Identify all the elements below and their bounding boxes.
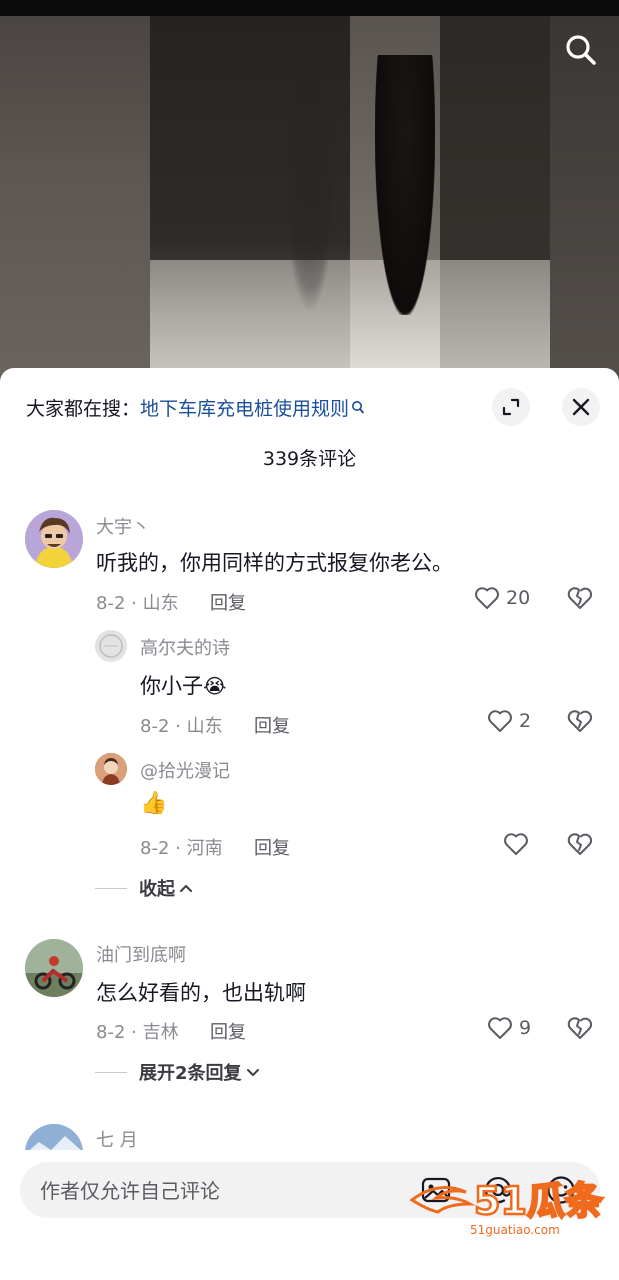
divider-line: [95, 887, 127, 889]
username[interactable]: 高尔夫的诗: [140, 634, 230, 660]
mention-button[interactable]: [482, 1174, 514, 1206]
avatar[interactable]: [25, 510, 83, 568]
comment-sheet: 大家都在搜： 地下车库充电桩使用规则 339条评论: [0, 368, 619, 1280]
avatar[interactable]: [95, 630, 127, 662]
hot-search-prefix: 大家都在搜：: [26, 398, 141, 420]
collapse-replies[interactable]: 收起: [95, 875, 193, 901]
expand-replies[interactable]: 展开2条回复: [95, 1059, 260, 1085]
video-figure-blur: [285, 70, 335, 310]
reply-button[interactable]: 回复: [210, 1018, 246, 1044]
expand-icon: [502, 398, 520, 416]
comment-text: 听我的，你用同样的方式报复你老公。: [96, 551, 453, 575]
smiley-icon: [547, 1176, 575, 1204]
comment-input-bar: [0, 1150, 619, 1280]
like-count: 2: [519, 710, 532, 732]
like-button[interactable]: 2: [487, 709, 531, 733]
dislike-button[interactable]: [567, 586, 593, 614]
heart-icon: [488, 1017, 512, 1039]
comment-input-container[interactable]: [20, 1162, 600, 1220]
reply-text: 你小子😭: [140, 670, 226, 700]
broken-heart-icon: [567, 587, 593, 609]
chevron-up-icon: [179, 882, 193, 894]
collapse-label: 收起: [139, 879, 175, 900]
username[interactable]: 大宇丶: [96, 513, 150, 539]
avatar[interactable]: [95, 753, 127, 785]
reply-text: 👍: [140, 791, 167, 816]
close-button[interactable]: [562, 388, 600, 426]
like-button[interactable]: [503, 832, 529, 856]
thumbs-up-emoji: 👍: [140, 791, 168, 816]
comment-count: 339条评论: [262, 448, 357, 470]
username[interactable]: @拾光漫记: [140, 757, 230, 783]
reply-meta: 8-2 · 山东: [140, 716, 223, 737]
heart-icon: [504, 833, 528, 855]
at-icon: [484, 1177, 512, 1204]
username[interactable]: 油门到底啊: [96, 941, 186, 967]
reply-button[interactable]: 回复: [254, 712, 290, 738]
close-icon: [572, 398, 590, 416]
search-button[interactable]: [561, 30, 601, 70]
dislike-button[interactable]: [567, 832, 593, 860]
dislike-button[interactable]: [567, 709, 593, 737]
like-count: 20: [506, 587, 531, 609]
like-button[interactable]: 20: [474, 586, 530, 610]
sheet-header: 大家都在搜： 地下车库充电桩使用规则: [0, 368, 619, 448]
expand-label: 展开2条回复: [139, 1063, 242, 1084]
crying-laughing-emoji: 😭: [203, 674, 227, 698]
avatar[interactable]: [25, 939, 83, 997]
reply-text-content: 你小子: [140, 674, 203, 698]
status-strip: [0, 0, 619, 16]
comment-text: 怎么好看的，也出轨啊: [96, 981, 306, 1005]
hot-search-term[interactable]: 地下车库充电桩使用规则: [140, 394, 349, 421]
video-player[interactable]: [0, 0, 619, 390]
broken-heart-icon: [567, 710, 593, 732]
broken-heart-icon: [567, 1017, 593, 1039]
small-search-icon: [351, 400, 365, 416]
hot-search-link[interactable]: 大家都在搜： 地下车库充电桩使用规则: [26, 394, 365, 421]
comment-meta: 8-2 · 吉林: [96, 1022, 179, 1043]
heart-icon: [488, 710, 512, 732]
broken-heart-icon: [567, 833, 593, 855]
video-frame-wall-right: [550, 16, 619, 390]
dislike-button[interactable]: [567, 1016, 593, 1044]
emoji-button[interactable]: [545, 1174, 577, 1206]
divider-line: [95, 1071, 127, 1073]
image-button[interactable]: [420, 1174, 452, 1206]
heart-icon: [475, 587, 499, 609]
comment-meta: 8-2 · 山东: [96, 593, 179, 614]
image-icon: [421, 1177, 451, 1203]
search-icon: [566, 35, 596, 65]
video-frame-wall: [0, 16, 150, 390]
username[interactable]: 七 月: [96, 1126, 138, 1152]
chevron-down-icon: [246, 1066, 260, 1078]
like-count: 9: [519, 1017, 532, 1039]
video-figure: [375, 55, 435, 315]
expand-button[interactable]: [492, 388, 530, 426]
reply-button[interactable]: 回复: [254, 834, 290, 860]
like-button[interactable]: 9: [487, 1016, 531, 1040]
reply-button[interactable]: 回复: [210, 589, 246, 615]
comment-input[interactable]: [38, 1162, 402, 1220]
reply-meta: 8-2 · 河南: [140, 838, 223, 859]
